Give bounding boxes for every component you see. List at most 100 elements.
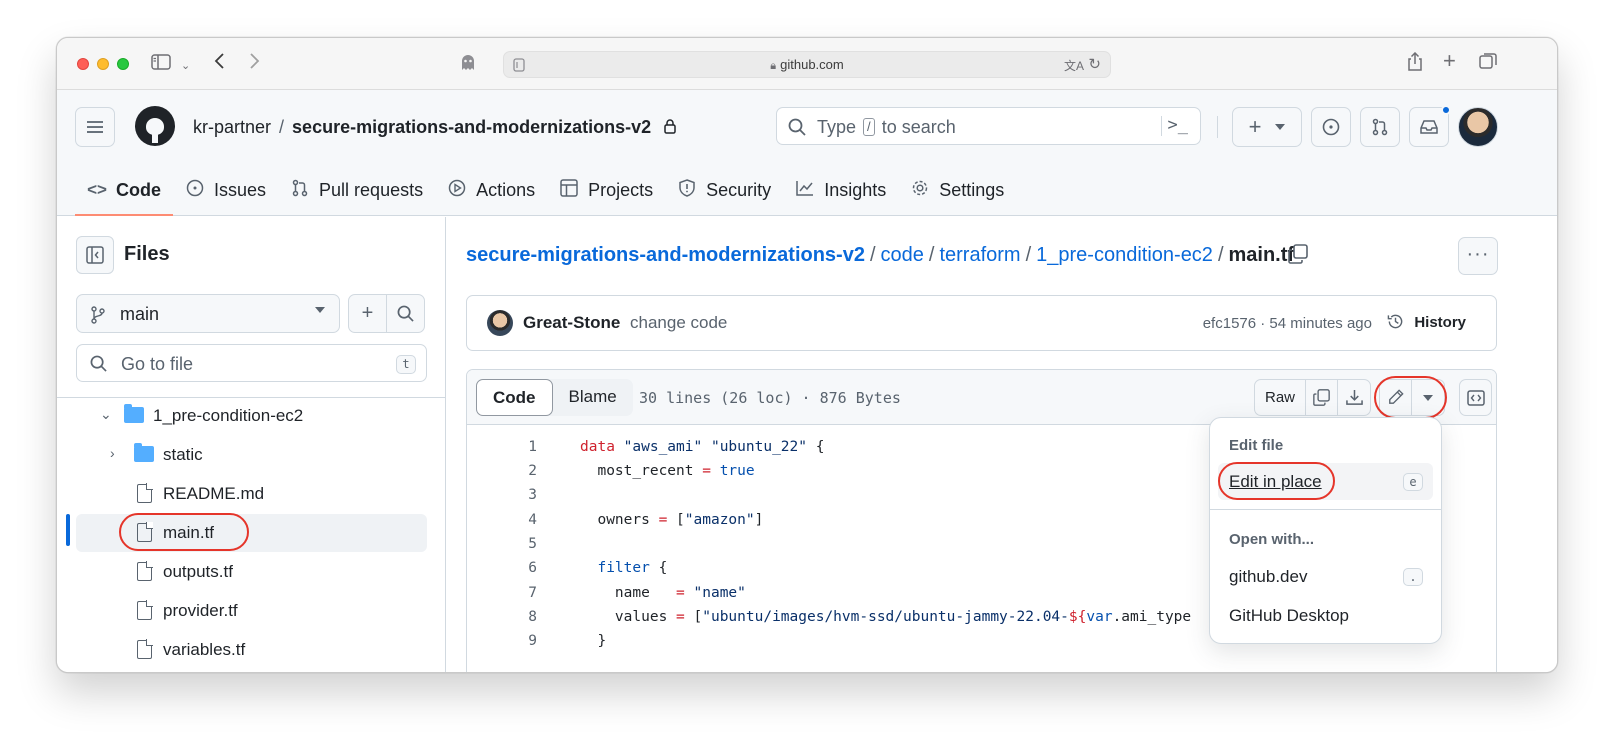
go-to-file-input[interactable]: Go to file t (76, 344, 427, 382)
collapse-sidebar-button[interactable] (76, 236, 114, 274)
github-logo[interactable] (135, 106, 175, 146)
forward-icon[interactable] (249, 52, 261, 76)
line-number[interactable]: 4 (497, 512, 537, 528)
user-avatar[interactable] (1458, 107, 1498, 147)
tree-item-folder[interactable]: › static (76, 436, 427, 474)
commit-author[interactable]: Great-Stone (523, 313, 620, 333)
breadcrumb-folder-link[interactable]: 1_pre-condition-ec2 (1036, 244, 1213, 266)
files-title: Files (124, 243, 170, 265)
search-input[interactable]: Type / to search >_ (776, 107, 1201, 145)
sidebar-icon[interactable] (151, 52, 171, 76)
line-content: data "aws_ami" "ubuntu_22" { (580, 439, 825, 455)
code-view-button[interactable]: Code (476, 379, 553, 416)
commit-meta[interactable]: efc1576 · 54 minutes ago (1203, 315, 1372, 332)
repo-link[interactable]: secure-migrations-and-modernizations-v2 (292, 117, 651, 137)
create-new-button[interactable]: + (1232, 107, 1302, 147)
tabs-icon[interactable] (1479, 52, 1497, 76)
copy-raw-button[interactable] (1306, 380, 1339, 415)
translate-icon[interactable]: 文A (1064, 57, 1084, 74)
tree-item-file[interactable]: outputs.tf (76, 553, 427, 591)
tab-pull-requests[interactable]: Pull requests (278, 164, 435, 216)
selection-indicator (66, 514, 70, 546)
tree-item-folder[interactable]: ⌄ 1_pre-condition-ec2 (76, 397, 427, 435)
reload-icon[interactable]: ↻ (1088, 55, 1101, 73)
github-dev-item[interactable]: github.dev . (1218, 558, 1433, 595)
breadcrumb-separator: / (1217, 244, 1224, 266)
copy-icon (1313, 389, 1330, 406)
breadcrumb-terraform-link[interactable]: terraform (939, 244, 1020, 266)
history-button[interactable]: History (1387, 313, 1466, 331)
close-window-button[interactable] (77, 58, 89, 70)
blame-view-button[interactable]: Blame (553, 379, 633, 416)
owner-link[interactable]: kr-partner (193, 117, 271, 137)
symbols-panel-button[interactable] (1460, 380, 1491, 415)
command-palette-icon[interactable]: >_ (1168, 115, 1188, 135)
back-icon[interactable] (213, 52, 225, 76)
repo-nav: <> Code Issues Pull requests Actions Pro… (75, 164, 1016, 216)
tab-insights[interactable]: Insights (783, 164, 898, 216)
pull-request-icon (1372, 118, 1388, 136)
search-shortcut-key: / (863, 118, 875, 136)
more-options-button[interactable]: ··· (1458, 237, 1498, 275)
header-divider (1217, 116, 1218, 138)
zoom-window-button[interactable] (117, 58, 129, 70)
tab-projects[interactable]: Projects (547, 164, 665, 216)
search-files-button[interactable] (386, 294, 425, 333)
sidebar-collapse-icon (86, 246, 104, 264)
download-button[interactable] (1338, 380, 1370, 415)
tree-item-file[interactable]: README.md (76, 475, 427, 513)
copy-path-icon[interactable] (1288, 244, 1310, 266)
branch-selector[interactable]: main (76, 294, 340, 333)
commit-message[interactable]: change code (630, 313, 727, 333)
search-icon (397, 305, 414, 322)
tree-item-file-selected[interactable]: main.tf (76, 514, 427, 552)
line-number[interactable]: 6 (497, 560, 537, 576)
edit-menu-toggle[interactable] (1412, 380, 1444, 415)
tab-issues[interactable]: Issues (173, 164, 278, 216)
code-square-icon (1466, 390, 1485, 406)
tab-security[interactable]: Security (665, 164, 783, 216)
tree-item-file[interactable]: variables.tf (76, 631, 427, 669)
raw-actions-group: Raw (1254, 379, 1372, 416)
file-icon (137, 600, 153, 620)
line-number[interactable]: 8 (497, 609, 537, 625)
line-number[interactable]: 2 (497, 463, 537, 479)
line-number[interactable]: 7 (497, 585, 537, 601)
privacy-icon[interactable] (460, 53, 476, 77)
line-content: name = "name" (580, 585, 746, 601)
current-file-name: main.tf (1228, 244, 1295, 266)
minimize-window-button[interactable] (97, 58, 109, 70)
line-number[interactable]: 1 (497, 439, 537, 455)
line-content: } (580, 633, 607, 649)
share-icon[interactable] (1407, 51, 1423, 78)
tab-settings[interactable]: Settings (898, 164, 1016, 216)
tree-item-file[interactable]: provider.tf (76, 592, 427, 630)
menu-button[interactable] (75, 107, 115, 147)
breadcrumb-repo-link[interactable]: secure-migrations-and-modernizations-v2 (466, 244, 865, 266)
new-tab-icon[interactable]: + (1443, 49, 1456, 73)
edit-in-place-item[interactable]: Edit in place e (1218, 463, 1433, 500)
kebab-horizontal-icon: ··· (1466, 243, 1490, 265)
add-file-button[interactable]: + (348, 294, 387, 333)
line-number[interactable]: 9 (497, 633, 537, 649)
plus-icon: + (361, 302, 374, 324)
line-number[interactable]: 3 (497, 487, 537, 503)
chevron-down-icon[interactable]: ⌄ (181, 54, 190, 78)
code-icon: <> (87, 180, 107, 199)
github-desktop-item[interactable]: GitHub Desktop (1218, 597, 1433, 634)
file-breadcrumb: secure-migrations-and-modernizations-v2/… (466, 244, 1294, 267)
symbols-button[interactable] (1459, 379, 1492, 416)
issues-button[interactable] (1311, 107, 1351, 147)
breadcrumb-code-link[interactable]: code (881, 244, 924, 266)
tab-code[interactable]: <> Code (75, 164, 173, 216)
raw-button[interactable]: Raw (1255, 380, 1307, 415)
url-text: 🔒︎ github.com (770, 57, 844, 72)
breadcrumb-separator: / (869, 244, 876, 266)
line-number[interactable]: 5 (497, 536, 537, 552)
edit-file-button[interactable] (1380, 380, 1412, 415)
tab-actions[interactable]: Actions (435, 164, 547, 216)
commit-author-avatar[interactable] (487, 310, 513, 336)
caret-down-icon (1423, 395, 1433, 401)
address-bar[interactable]: 🔒︎ github.com 文A ↻ (503, 51, 1111, 78)
pull-requests-button[interactable] (1360, 107, 1400, 147)
